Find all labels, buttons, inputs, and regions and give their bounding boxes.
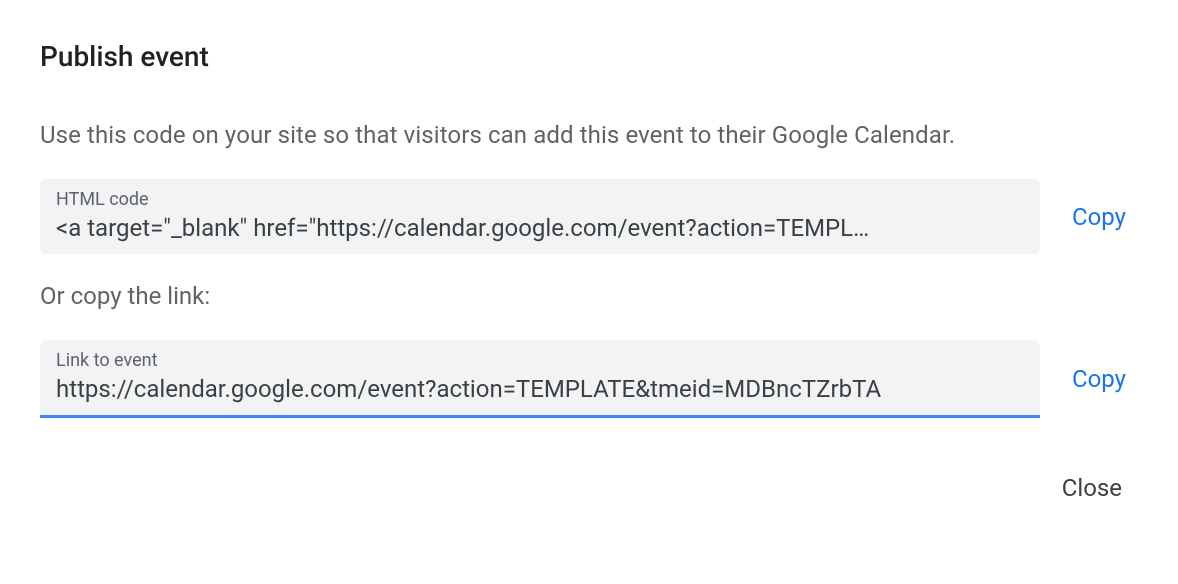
copy-html-button[interactable]: Copy — [1060, 195, 1138, 239]
html-code-field[interactable]: HTML code <a target="_blank" href="https… — [40, 179, 1040, 254]
sub-description: Or copy the link: — [40, 282, 1138, 310]
dialog-actions: Close — [40, 466, 1138, 510]
link-label: Link to event — [56, 350, 1024, 371]
close-button[interactable]: Close — [1046, 466, 1138, 510]
copy-link-button[interactable]: Copy — [1060, 357, 1138, 401]
html-code-value: <a target="_blank" href="https://calenda… — [56, 214, 1024, 242]
link-field[interactable]: Link to event — [40, 340, 1040, 418]
html-code-label: HTML code — [56, 189, 1024, 210]
dialog-title: Publish event — [40, 40, 1138, 73]
link-row: Link to event Copy — [40, 340, 1138, 418]
link-input[interactable] — [56, 375, 1024, 403]
dialog-description: Use this code on your site so that visit… — [40, 121, 1138, 149]
html-code-row: HTML code <a target="_blank" href="https… — [40, 179, 1138, 254]
